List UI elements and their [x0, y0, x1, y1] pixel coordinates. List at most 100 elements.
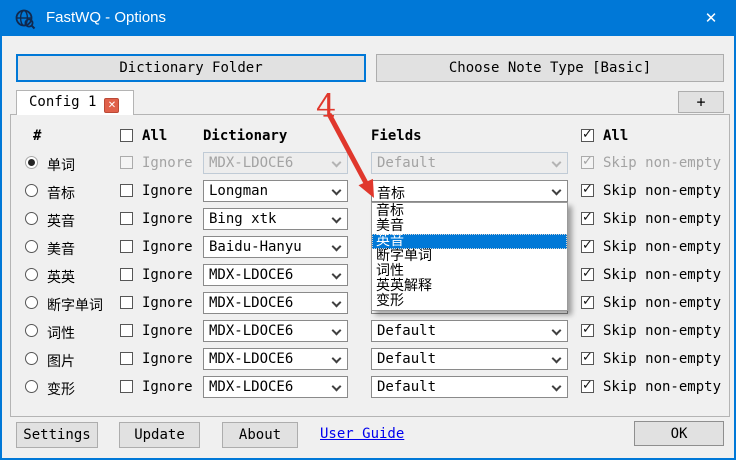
ok-button[interactable]: OK [634, 421, 724, 446]
skip-label: Skip non-empty [603, 239, 721, 255]
chevron-down-icon [332, 326, 342, 336]
row-radio[interactable] [25, 268, 38, 281]
dropdown-item[interactable]: 英英解释 [372, 279, 567, 294]
ignore-checkbox[interactable] [120, 380, 133, 393]
row-label: 美音 [47, 239, 75, 259]
ignore-label: Ignore [142, 379, 193, 395]
row-radio[interactable] [25, 240, 38, 253]
chevron-down-icon [332, 382, 342, 392]
dictionary-select-value: MDX-LDOCE6 [209, 267, 293, 283]
fields-select[interactable]: Default [371, 348, 568, 370]
skip-checkbox[interactable] [581, 212, 594, 225]
dictionary-select[interactable]: Longman [203, 180, 348, 202]
config-row-英音: 英音IgnoreBing xtkDefaultSkip non-empty [11, 205, 729, 233]
skip-checkbox[interactable] [581, 380, 594, 393]
row-label: 变形 [47, 379, 75, 399]
dropdown-item[interactable]: 音标 [372, 204, 567, 219]
config-row-英英: 英英IgnoreMDX-LDOCE6DefaultSkip non-empty [11, 261, 729, 289]
ignore-checkbox[interactable] [120, 324, 133, 337]
ignore-checkbox[interactable] [120, 352, 133, 365]
config-row-词性: 词性IgnoreMDX-LDOCE6DefaultSkip non-empty [11, 317, 729, 345]
tab-close-icon[interactable]: ✕ [104, 98, 119, 113]
user-guide-link[interactable]: User Guide [320, 426, 404, 442]
ignore-checkbox[interactable] [120, 240, 133, 253]
fields-dropdown-list: 音标美音英音断字单词词性英英解释变形 [371, 202, 568, 311]
dictionary-select-value: Baidu-Hanyu [209, 239, 302, 255]
close-window-icon[interactable]: ✕ [688, 2, 734, 36]
fields-select[interactable]: Default [371, 320, 568, 342]
chevron-down-icon [332, 186, 342, 196]
ignore-label: Ignore [142, 267, 193, 283]
row-radio[interactable] [25, 352, 38, 365]
fields-select-value: Default [377, 323, 436, 339]
choose-note-type-button[interactable]: Choose Note Type [Basic] [376, 54, 724, 82]
dictionary-select-value: MDX-LDOCE6 [209, 295, 293, 311]
skip-checkbox[interactable] [581, 352, 594, 365]
row-label: 英英 [47, 267, 75, 287]
row-label: 音标 [47, 183, 75, 203]
dictionary-select[interactable]: Bing xtk [203, 208, 348, 230]
chevron-down-icon [332, 158, 342, 168]
dictionary-select[interactable]: MDX-LDOCE6 [203, 152, 348, 174]
fields-select[interactable]: Default [371, 152, 568, 174]
row-label: 单词 [47, 155, 75, 175]
chevron-down-icon [552, 354, 562, 364]
fields-select[interactable]: 音标 [371, 180, 568, 202]
skip-checkbox[interactable] [581, 296, 594, 309]
skip-checkbox[interactable] [581, 324, 594, 337]
dictionary-select[interactable]: Baidu-Hanyu [203, 236, 348, 258]
row-radio[interactable] [25, 184, 38, 197]
skip-checkbox[interactable] [581, 240, 594, 253]
dictionary-select-value: Bing xtk [209, 211, 276, 227]
dropdown-item[interactable]: 词性 [372, 264, 567, 279]
dictionary-select[interactable]: MDX-LDOCE6 [203, 348, 348, 370]
row-radio[interactable] [25, 296, 38, 309]
ignore-checkbox[interactable] [120, 156, 133, 169]
update-button[interactable]: Update [119, 422, 200, 448]
dictionary-select-value: MDX-LDOCE6 [209, 323, 293, 339]
row-radio[interactable] [25, 212, 38, 225]
dictionary-select[interactable]: MDX-LDOCE6 [203, 320, 348, 342]
ignore-label: Ignore [142, 155, 193, 171]
skip-label: Skip non-empty [603, 211, 721, 227]
dropdown-item[interactable]: 美音 [372, 219, 567, 234]
all-ignore-checkbox[interactable] [120, 129, 133, 142]
about-button[interactable]: About [222, 422, 298, 448]
row-radio[interactable] [25, 380, 38, 393]
skip-checkbox[interactable] [581, 156, 594, 169]
skip-label: Skip non-empty [603, 295, 721, 311]
dropdown-item[interactable]: 英音 [372, 234, 567, 249]
row-label: 英音 [47, 211, 75, 231]
row-label: 词性 [47, 323, 75, 343]
chevron-down-icon [552, 158, 562, 168]
dictionary-select[interactable]: MDX-LDOCE6 [203, 292, 348, 314]
skip-label: Skip non-empty [603, 155, 721, 171]
ignore-checkbox[interactable] [120, 184, 133, 197]
ignore-checkbox[interactable] [120, 212, 133, 225]
dictionary-select-value: MDX-LDOCE6 [209, 379, 293, 395]
dictionary-folder-button[interactable]: Dictionary Folder [16, 54, 366, 82]
fields-select-value: 音标 [377, 183, 405, 203]
all-skip-checkbox[interactable] [581, 129, 594, 142]
column-header-all-left: All [142, 128, 167, 144]
dictionary-select[interactable]: MDX-LDOCE6 [203, 376, 348, 398]
settings-button[interactable]: Settings [16, 422, 98, 448]
dropdown-item[interactable]: 断字单词 [372, 249, 567, 264]
ignore-label: Ignore [142, 295, 193, 311]
dropdown-item[interactable]: 变形 [372, 294, 567, 309]
tab-config-1[interactable]: Config 1✕ [16, 90, 134, 115]
dictionary-select-value: Longman [209, 183, 268, 199]
chevron-down-icon [332, 270, 342, 280]
dictionary-select[interactable]: MDX-LDOCE6 [203, 264, 348, 286]
row-radio[interactable] [25, 324, 38, 337]
skip-checkbox[interactable] [581, 184, 594, 197]
ignore-checkbox[interactable] [120, 296, 133, 309]
skip-checkbox[interactable] [581, 268, 594, 281]
row-label: 断字单词 [47, 295, 103, 315]
config-row-单词: 单词 Ignore MDX-LDOCE6 Default Skip non-empty [11, 149, 729, 177]
row-radio[interactable] [25, 156, 38, 169]
add-config-tab-button[interactable]: + [678, 91, 724, 113]
config-panel: # All Dictionary Fields All 单词IgnoreMDX-… [10, 114, 730, 417]
fields-select[interactable]: Default [371, 376, 568, 398]
ignore-checkbox[interactable] [120, 268, 133, 281]
